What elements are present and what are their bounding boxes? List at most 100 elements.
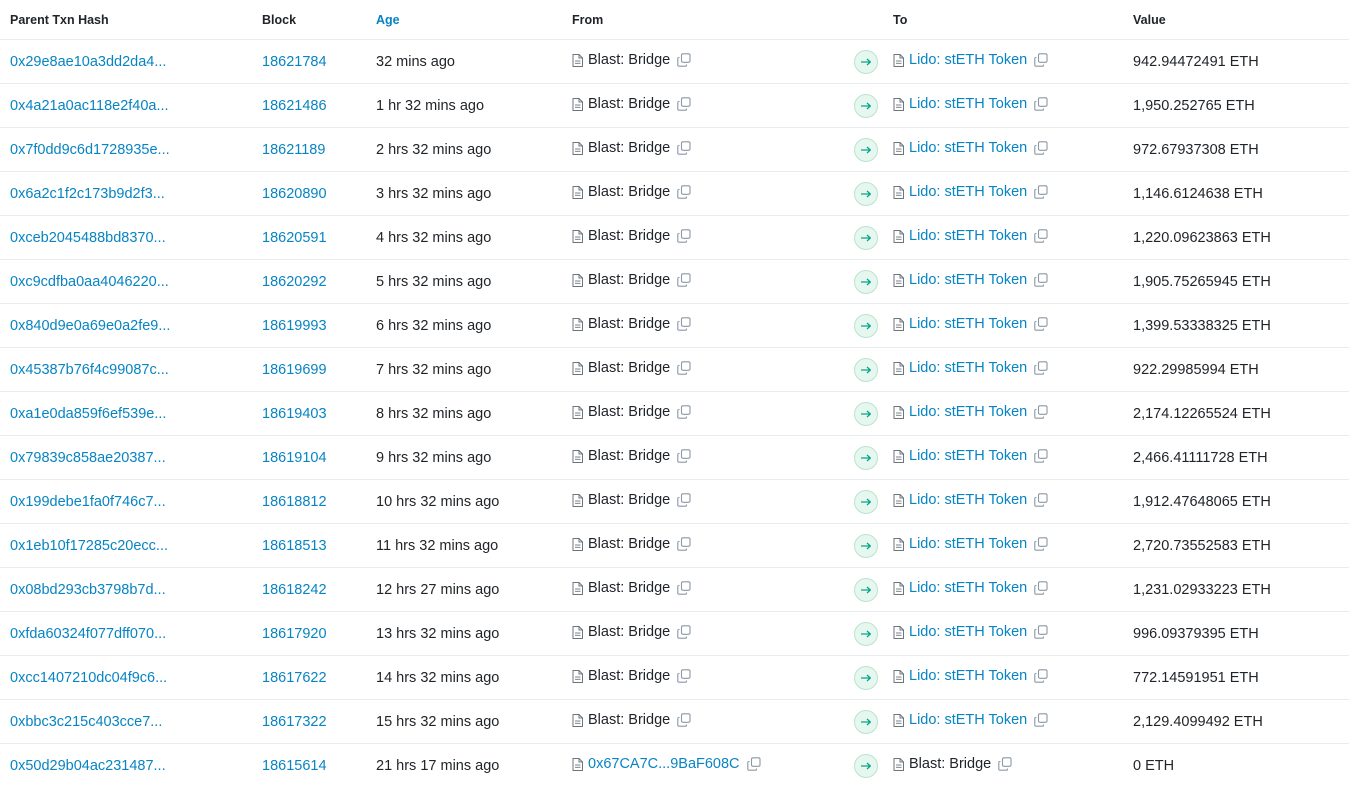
copy-icon[interactable] xyxy=(677,229,691,243)
block-link[interactable]: 18617622 xyxy=(262,670,327,686)
copy-icon[interactable] xyxy=(677,405,691,419)
copy-icon[interactable] xyxy=(1034,185,1048,199)
copy-icon[interactable] xyxy=(677,361,691,375)
to-label[interactable]: Lido: stETH Token xyxy=(909,712,1027,728)
to-label[interactable]: Lido: stETH Token xyxy=(909,140,1027,156)
contract-document-icon xyxy=(572,361,583,375)
age-text: 12 hrs 27 mins ago xyxy=(376,581,500,598)
block-link[interactable]: 18619403 xyxy=(262,406,327,422)
to-label[interactable]: Lido: stETH Token xyxy=(909,404,1027,420)
copy-icon[interactable] xyxy=(1034,97,1048,111)
txn-hash-link[interactable]: 0x79839c858ae20387... xyxy=(10,450,166,466)
copy-icon[interactable] xyxy=(677,97,691,111)
copy-icon[interactable] xyxy=(1034,669,1048,683)
copy-icon[interactable] xyxy=(677,493,691,507)
block-link[interactable]: 18621189 xyxy=(262,142,325,158)
copy-icon[interactable] xyxy=(677,185,691,199)
copy-icon[interactable] xyxy=(677,317,691,331)
copy-icon[interactable] xyxy=(746,757,761,771)
copy-icon[interactable] xyxy=(1034,449,1048,463)
txn-hash-link[interactable]: 0xcc1407210dc04f9c6... xyxy=(10,670,167,686)
copy-icon[interactable] xyxy=(677,141,691,155)
block-link[interactable]: 18619699 xyxy=(262,362,327,378)
copy-icon[interactable] xyxy=(677,713,691,727)
txn-hash-link[interactable]: 0x50d29b04ac231487... xyxy=(10,758,166,774)
copy-icon[interactable] xyxy=(677,53,691,67)
header-age-toggle[interactable]: Age xyxy=(376,0,572,40)
block-link[interactable]: 18619993 xyxy=(262,318,327,334)
block-link[interactable]: 18618513 xyxy=(262,538,327,554)
to-label[interactable]: Lido: stETH Token xyxy=(909,184,1027,200)
txn-hash-link[interactable]: 0x7f0dd9c6d1728935e... xyxy=(10,142,170,158)
arrow-right-icon xyxy=(854,533,878,558)
to-label[interactable]: Lido: stETH Token xyxy=(909,492,1027,508)
block-link[interactable]: 18615614 xyxy=(262,758,327,774)
copy-icon[interactable] xyxy=(1034,53,1048,67)
block-link[interactable]: 18620292 xyxy=(262,274,327,290)
block-link[interactable]: 18621784 xyxy=(262,54,327,70)
txn-hash-link[interactable]: 0x1eb10f17285c20ecc... xyxy=(10,538,168,554)
txn-hash-link[interactable]: 0xa1e0da859f6ef539e... xyxy=(10,406,166,422)
txn-hash-link[interactable]: 0x08bd293cb3798b7d... xyxy=(10,582,166,598)
block-link[interactable]: 18618242 xyxy=(262,582,327,598)
from-address: Blast: Bridge xyxy=(572,228,691,244)
to-label[interactable]: Lido: stETH Token xyxy=(909,624,1027,640)
copy-icon[interactable] xyxy=(1034,405,1048,419)
copy-icon[interactable] xyxy=(1034,537,1048,551)
copy-icon[interactable] xyxy=(677,581,691,595)
txn-hash-link[interactable]: 0x6a2c1f2c173b9d2f3... xyxy=(10,186,165,202)
contract-document-icon xyxy=(572,757,583,771)
txn-hash-link[interactable]: 0x199debe1fa0f746c7... xyxy=(10,494,166,510)
from-label: Blast: Bridge xyxy=(588,404,671,421)
contract-document-icon xyxy=(572,405,583,419)
txn-hash-link[interactable]: 0xceb2045488bd8370... xyxy=(10,230,166,246)
copy-icon[interactable] xyxy=(677,537,691,551)
txn-hash-link[interactable]: 0x4a21a0ac118e2f40a... xyxy=(10,98,169,114)
copy-icon[interactable] xyxy=(1034,625,1048,639)
contract-document-icon xyxy=(572,53,583,67)
copy-icon[interactable] xyxy=(1034,273,1048,287)
txn-hash-link[interactable]: 0x840d9e0a69e0a2fe9... xyxy=(10,318,170,334)
copy-icon[interactable] xyxy=(1034,581,1048,595)
copy-icon[interactable] xyxy=(998,757,1012,771)
copy-icon[interactable] xyxy=(677,625,691,639)
block-link[interactable]: 18620890 xyxy=(262,186,327,202)
table-row: 0xa1e0da859f6ef539e... 18619403 8 hrs 32… xyxy=(0,391,1349,436)
copy-icon[interactable] xyxy=(677,273,691,287)
to-label[interactable]: Lido: stETH Token xyxy=(909,536,1027,552)
block-link[interactable]: 18617322 xyxy=(262,714,327,730)
to-label[interactable]: Lido: stETH Token xyxy=(909,580,1027,596)
age-text: 3 hrs 32 mins ago xyxy=(376,185,492,202)
txn-hash-link[interactable]: 0xc9cdfba0aa4046220... xyxy=(10,274,169,290)
block-link[interactable]: 18618812 xyxy=(262,494,327,510)
to-label[interactable]: Lido: stETH Token xyxy=(909,448,1027,464)
txn-hash-link[interactable]: 0x45387b76f4c99087c... xyxy=(10,362,169,378)
to-label[interactable]: Lido: stETH Token xyxy=(909,52,1027,68)
table-row: 0x6a2c1f2c173b9d2f3... 18620890 3 hrs 32… xyxy=(0,171,1349,216)
block-link[interactable]: 18621486 xyxy=(262,98,327,114)
to-label[interactable]: Lido: stETH Token xyxy=(909,668,1027,684)
txn-hash-link[interactable]: 0xfda60324f077dff070... xyxy=(10,626,166,642)
to-label[interactable]: Lido: stETH Token xyxy=(909,316,1027,332)
contract-document-icon xyxy=(893,229,904,243)
copy-icon[interactable] xyxy=(1034,713,1048,727)
copy-icon[interactable] xyxy=(1034,317,1048,331)
to-label[interactable]: Lido: stETH Token xyxy=(909,96,1027,112)
from-label: Blast: Bridge xyxy=(588,96,671,113)
copy-icon[interactable] xyxy=(1034,493,1048,507)
copy-icon[interactable] xyxy=(677,669,691,683)
block-link[interactable]: 18617920 xyxy=(262,626,327,642)
to-label[interactable]: Lido: stETH Token xyxy=(909,228,1027,244)
txn-hash-link[interactable]: 0xbbc3c215c403cce7... xyxy=(10,714,162,730)
from-address: 0x67CA7C...9BaF608C xyxy=(572,756,761,772)
txn-hash-link[interactable]: 0x29e8ae10a3dd2da4... xyxy=(10,54,166,70)
copy-icon[interactable] xyxy=(1034,229,1048,243)
block-link[interactable]: 18619104 xyxy=(262,450,327,466)
block-link[interactable]: 18620591 xyxy=(262,230,327,246)
copy-icon[interactable] xyxy=(677,449,691,463)
to-label[interactable]: Lido: stETH Token xyxy=(909,360,1027,376)
copy-icon[interactable] xyxy=(1034,361,1048,375)
to-label[interactable]: Lido: stETH Token xyxy=(909,272,1027,288)
from-label[interactable]: 0x67CA7C...9BaF608C xyxy=(588,756,740,772)
copy-icon[interactable] xyxy=(1034,141,1048,155)
